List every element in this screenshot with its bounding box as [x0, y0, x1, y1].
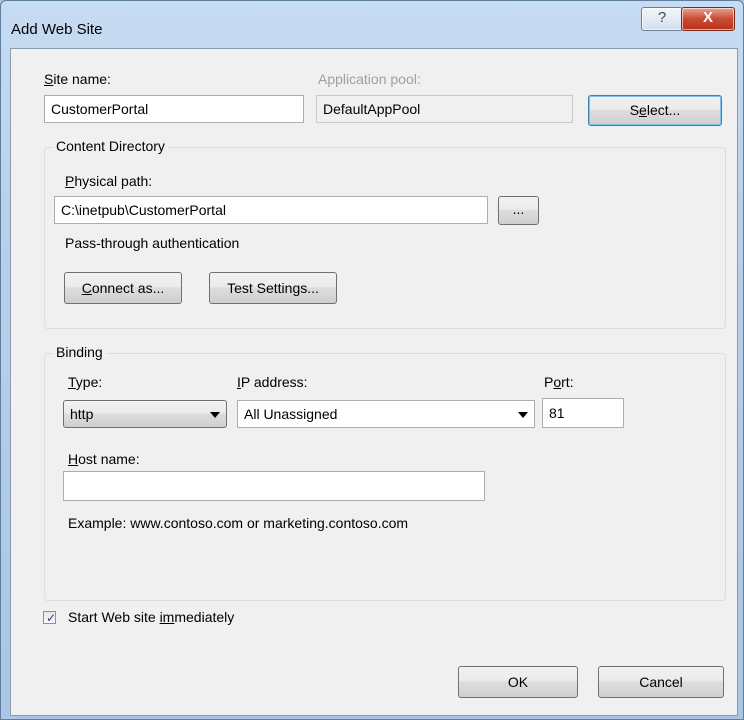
start-immediately-checkbox[interactable]: ✓ [43, 611, 57, 625]
host-name-label: Host name: [68, 451, 140, 467]
site-name-input[interactable] [44, 95, 304, 123]
application-pool-label: Application pool: [318, 71, 421, 87]
content-directory-legend: Content Directory [53, 138, 168, 154]
close-button[interactable]: X [681, 7, 735, 31]
connect-as-button[interactable]: Connect as... [64, 272, 182, 304]
binding-legend: Binding [53, 344, 106, 360]
ip-address-dropdown[interactable]: All Unassigned [237, 400, 535, 428]
select-button[interactable]: Select... [588, 95, 722, 126]
host-name-input[interactable] [63, 471, 485, 501]
host-name-example: Example: www.contoso.com or marketing.co… [68, 515, 409, 531]
browse-button[interactable]: ... [498, 196, 539, 225]
type-value: http [70, 406, 94, 422]
site-name-label: Site name: [44, 71, 111, 87]
test-settings-button[interactable]: Test Settings... [209, 272, 337, 304]
physical-path-label: Physical path: [65, 173, 153, 189]
physical-path-input[interactable] [54, 196, 488, 224]
type-dropdown[interactable]: http [63, 400, 227, 428]
ip-address-label: IP address: [237, 374, 308, 390]
ip-address-value: All Unassigned [244, 406, 338, 422]
close-icon: X [702, 9, 713, 26]
help-icon: ? [657, 9, 667, 26]
checkmark-icon: ✓ [46, 611, 57, 625]
port-input[interactable] [542, 398, 624, 428]
dialog-window: Add Web Site ? X Site name: Application … [0, 0, 744, 720]
chevron-down-icon [518, 412, 528, 418]
window-title: Add Web Site [11, 21, 103, 38]
help-button[interactable]: ? [641, 7, 683, 31]
application-pool-field: DefaultAppPool [316, 95, 573, 123]
port-label: Port: [544, 374, 574, 390]
passthrough-auth-label: Pass-through authentication [65, 235, 240, 251]
dialog-client-area: Site name: Application pool: DefaultAppP… [10, 48, 738, 716]
start-immediately-label[interactable]: Start Web site immediately [68, 609, 234, 625]
cancel-button[interactable]: Cancel [598, 666, 724, 698]
type-label: Type: [68, 374, 103, 390]
chevron-down-icon [210, 412, 220, 418]
ok-button[interactable]: OK [458, 666, 578, 698]
